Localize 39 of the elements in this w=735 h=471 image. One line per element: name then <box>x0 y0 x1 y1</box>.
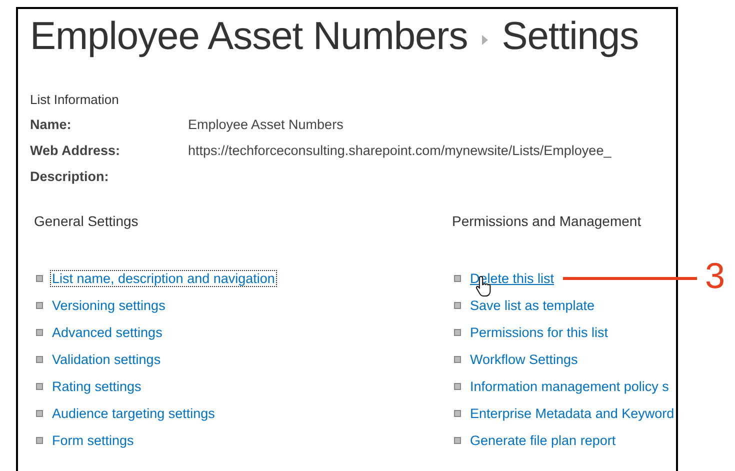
bullet-icon <box>36 436 43 444</box>
settings-link[interactable]: Permissions for this list <box>468 324 610 340</box>
settings-link[interactable]: List name, description and navigation <box>50 270 277 286</box>
bullet-icon <box>36 382 43 390</box>
bullet-icon <box>454 410 461 416</box>
callout-number: 3 <box>705 256 726 296</box>
section-heading: General Settings <box>33 213 140 229</box>
bullet-icon <box>36 302 43 308</box>
page-title: Employee Asset Numbers <box>30 15 468 59</box>
settings-link[interactable]: Rating settings <box>50 378 144 394</box>
bullet-icon <box>36 328 43 336</box>
settings-link[interactable]: Information management policy s <box>468 378 671 394</box>
breadcrumb-arrow-icon <box>482 35 488 45</box>
settings-link[interactable]: Save list as template <box>468 296 597 314</box>
settings-link[interactable]: Enterprise Metadata and Keyword <box>468 404 676 422</box>
field-value: Employee Asset Numbers <box>188 117 344 134</box>
settings-link[interactable]: Form settings <box>50 432 136 448</box>
section-heading: List Information <box>30 92 120 107</box>
settings-link[interactable]: Versioning settings <box>50 296 168 314</box>
section-heading: Permissions and Management <box>451 213 642 229</box>
bullet-icon <box>36 410 43 416</box>
bullet-icon <box>454 274 461 282</box>
settings-link[interactable]: Workflow Settings <box>468 350 580 368</box>
field-label: Description: <box>30 169 110 186</box>
settings-link[interactable]: Advanced settings <box>50 324 164 340</box>
bullet-icon <box>454 328 461 336</box>
bullet-icon <box>454 356 461 362</box>
bullet-icon <box>454 382 461 390</box>
bullet-icon <box>454 436 461 444</box>
breadcrumb-current: Settings <box>502 15 639 59</box>
field-label: Name: <box>30 117 72 134</box>
field-value: https://techforceconsulting.sharepoint.com/mynewsite/Lists/Employee_ <box>188 143 612 160</box>
field-label: Web Address: <box>30 143 122 160</box>
settings-link[interactable]: Generate file plan report <box>468 432 618 448</box>
settings-link[interactable]: Validation settings <box>50 350 163 368</box>
bullet-icon <box>454 302 461 308</box>
bullet-icon <box>36 356 43 362</box>
settings-link[interactable]: Audience targeting settings <box>50 404 217 422</box>
bullet-icon <box>36 274 43 282</box>
